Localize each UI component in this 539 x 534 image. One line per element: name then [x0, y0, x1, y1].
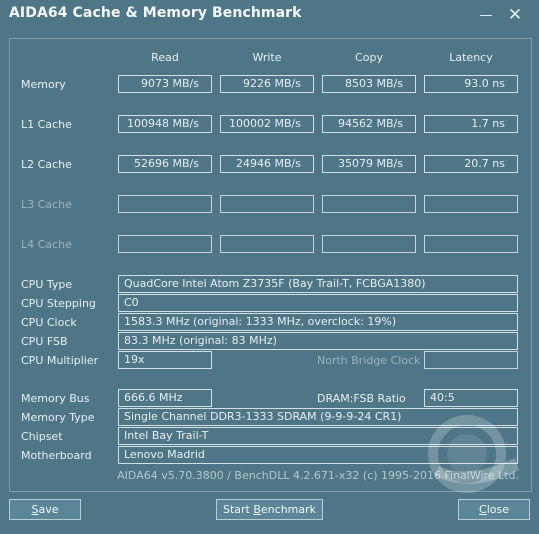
start-benchmark-button[interactable]: Start Benchmark	[216, 499, 323, 520]
l4-write-value	[220, 235, 314, 253]
north-bridge-clock-label: North Bridge Clock	[317, 354, 421, 367]
column-header-copy: Copy	[355, 51, 383, 64]
close-icon[interactable]: ✕	[503, 4, 527, 26]
column-header-latency: Latency	[449, 51, 493, 64]
l2-latency-value: 20.7 ns	[424, 155, 518, 173]
memory-bus-value: 666.6 MHz	[118, 389, 212, 407]
column-header-read: Read	[151, 51, 179, 64]
start-button-label-prefix: Start	[222, 503, 254, 516]
cpu-multiplier-label: CPU Multiplier	[21, 354, 99, 367]
close-button-mnemonic: C	[479, 503, 487, 516]
minimize-icon[interactable]: —	[474, 4, 498, 26]
start-button-label-rest: enchmark	[260, 503, 317, 516]
save-button[interactable]: Save	[9, 499, 81, 520]
l1-latency-value: 1.7 ns	[424, 115, 518, 133]
l4-copy-value	[322, 235, 416, 253]
cpu-fsb-label: CPU FSB	[21, 335, 68, 348]
row-label-memory: Memory	[21, 78, 66, 91]
cpu-stepping-label: CPU Stepping	[21, 297, 96, 310]
dram-fsb-ratio-value: 40:5	[424, 389, 518, 407]
cpu-fsb-value: 83.3 MHz (original: 83 MHz)	[118, 332, 518, 350]
close-button-label-rest: lose	[486, 503, 509, 516]
l1-read-value: 100948 MB/s	[118, 115, 212, 133]
memory-bus-label: Memory Bus	[21, 392, 90, 405]
dram-fsb-ratio-label: DRAM:FSB Ratio	[317, 392, 406, 405]
l2-write-value: 24946 MB/s	[220, 155, 314, 173]
memory-copy-value: 8503 MB/s	[322, 75, 416, 93]
memory-read-value: 9073 MB/s	[118, 75, 212, 93]
chipset-label: Chipset	[21, 430, 63, 443]
save-button-label-rest: ave	[38, 503, 59, 516]
window-title: AIDA64 Cache & Memory Benchmark	[9, 5, 302, 21]
column-header-write: Write	[252, 51, 282, 64]
north-bridge-clock-value	[424, 351, 518, 369]
l3-read-value	[118, 195, 212, 213]
l4-latency-value	[424, 235, 518, 253]
cpu-clock-label: CPU Clock	[21, 316, 77, 329]
close-button[interactable]: Close	[458, 499, 530, 520]
l1-write-value: 100002 MB/s	[220, 115, 314, 133]
motherboard-label: Motherboard	[21, 449, 92, 462]
l1-copy-value: 94562 MB/s	[322, 115, 416, 133]
memory-type-label: Memory Type	[21, 411, 95, 424]
row-label-l4-cache: L4 Cache	[21, 238, 72, 251]
gecid-logo-watermark	[428, 415, 519, 493]
memory-latency-value: 93.0 ns	[424, 75, 518, 93]
cpu-clock-value: 1583.3 MHz (original: 1333 MHz, overcloc…	[118, 313, 518, 331]
l4-read-value	[118, 235, 212, 253]
memory-write-value: 9226 MB/s	[220, 75, 314, 93]
row-label-l1-cache: L1 Cache	[21, 118, 72, 131]
l3-latency-value	[424, 195, 518, 213]
cpu-stepping-value: C0	[118, 294, 518, 312]
cpu-type-value: QuadCore Intel Atom Z3735F (Bay Trail-T,…	[118, 275, 518, 293]
row-label-l2-cache: L2 Cache	[21, 158, 72, 171]
l2-copy-value: 35079 MB/s	[322, 155, 416, 173]
title-bar: AIDA64 Cache & Memory Benchmark — ✕	[0, 0, 539, 30]
l2-read-value: 52696 MB/s	[118, 155, 212, 173]
cpu-type-label: CPU Type	[21, 278, 73, 291]
start-button-mnemonic: B	[253, 503, 261, 516]
row-label-l3-cache: L3 Cache	[21, 198, 72, 211]
l3-write-value	[220, 195, 314, 213]
cpu-multiplier-value: 19x	[118, 351, 212, 369]
l3-copy-value	[322, 195, 416, 213]
